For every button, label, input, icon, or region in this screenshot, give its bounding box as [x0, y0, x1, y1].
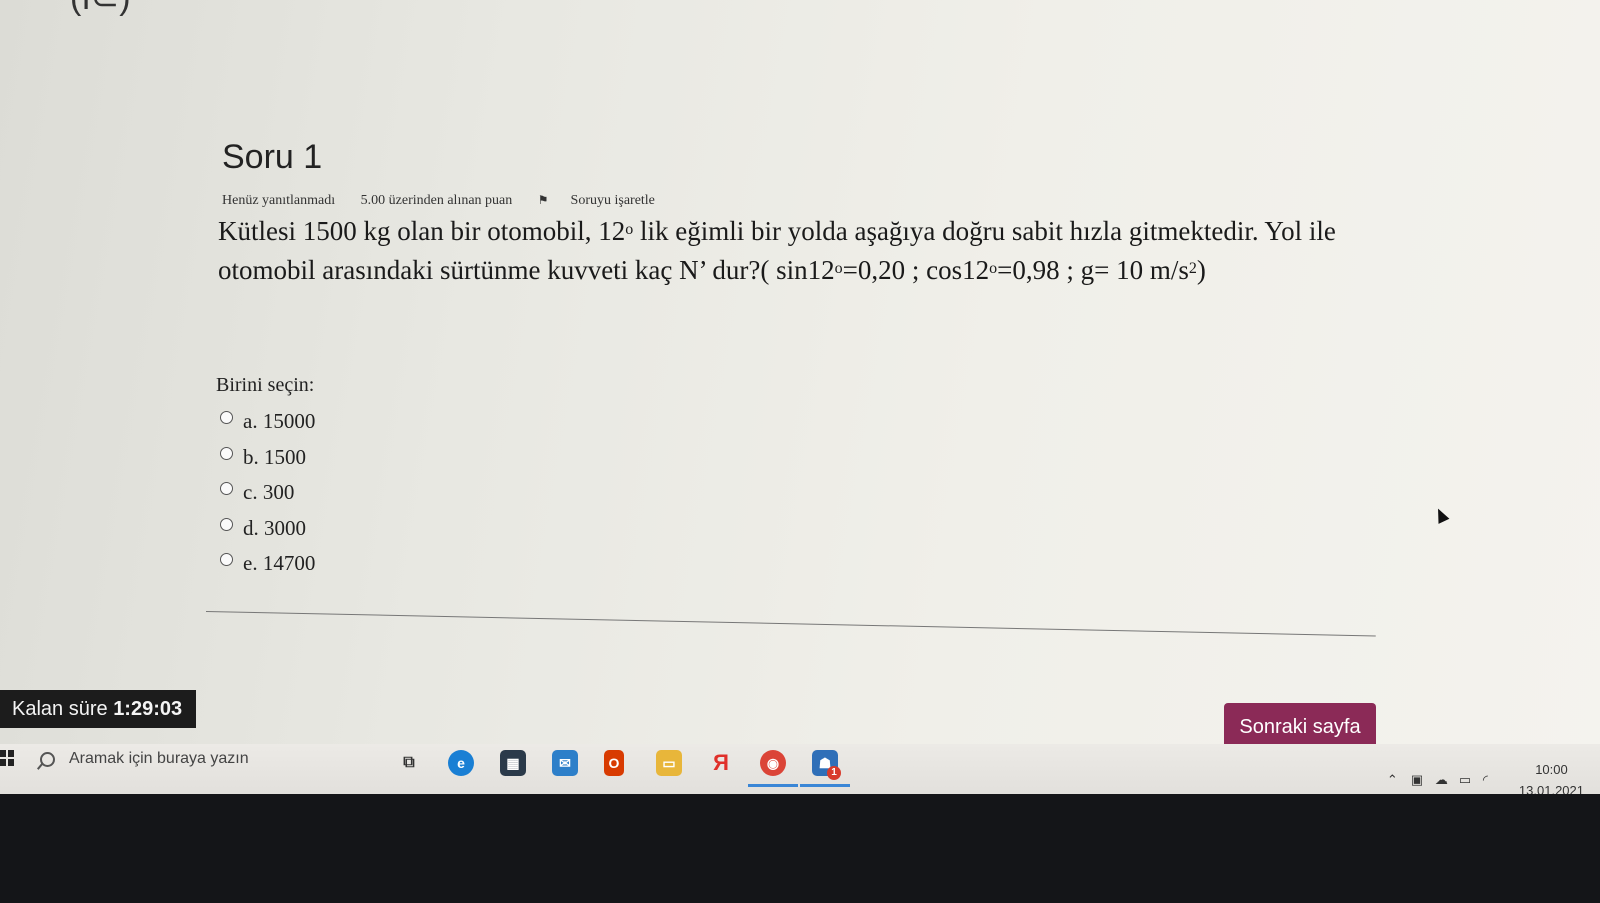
- chrome-icon[interactable]: ◉: [760, 750, 786, 776]
- section-divider: [205, 611, 1376, 637]
- mail-icon[interactable]: ✉: [552, 750, 578, 776]
- store-icon[interactable]: ▦: [500, 750, 526, 776]
- answer-option-label: b. 1500: [243, 444, 306, 469]
- battery-icon[interactable]: ▭: [1459, 773, 1473, 786]
- degree-symbol: o: [989, 260, 998, 277]
- question-info: Henüz yanıtlanmadı 5.00 üzerinden alınan…: [222, 193, 699, 209]
- quiz-page: Soru 1 Henüz yanıtlanmadı 5.00 üzerinden…: [0, 0, 1600, 780]
- taskbar-search-box[interactable]: Aramak için buraya yazın: [40, 744, 380, 774]
- flag-question-label: Soruyu işaretle: [570, 193, 655, 208]
- windows-taskbar: Aramak için buraya yazın ⧉ e ▦ ✉ O ▭ Я ◉…: [0, 744, 1600, 798]
- notification-badge: 1: [827, 766, 841, 780]
- question-points: 5.00 üzerinden alınan puan: [360, 193, 513, 208]
- radio-button[interactable]: [220, 482, 233, 496]
- yandex-icon[interactable]: Я: [708, 750, 734, 776]
- answer-option-label: a. 15000: [243, 409, 316, 434]
- app-notification-icon[interactable]: ☗ 1: [812, 750, 841, 780]
- timer-label: Kalan süre: [12, 698, 108, 720]
- chevron-up-icon[interactable]: ⌃: [1387, 773, 1401, 786]
- answer-option-label: e. 14700: [243, 551, 316, 576]
- running-indicator: [800, 784, 850, 787]
- timer-value: 1:29:03: [113, 698, 183, 720]
- meet-now-icon[interactable]: ▣: [1411, 773, 1425, 786]
- question-text-part: =0,98 ; g= 10 m/s: [997, 255, 1189, 285]
- mouse-cursor-icon: [1432, 506, 1450, 524]
- answer-option-b[interactable]: b. 1500: [220, 440, 315, 476]
- answer-options: a. 15000 b. 1500 c. 300 d. 3000 e. 14700: [220, 404, 315, 582]
- answer-option-e[interactable]: e. 14700: [220, 546, 315, 582]
- question-status: Henüz yanıtlanmadı: [222, 193, 336, 208]
- radio-button[interactable]: [220, 553, 233, 567]
- question-text-part: Kütlesi 1500 kg olan bir otomobil, 12: [218, 216, 626, 246]
- question-text-part: ): [1196, 255, 1206, 285]
- degree-symbol: o: [625, 221, 634, 238]
- radio-button[interactable]: [220, 446, 233, 460]
- radio-button[interactable]: [220, 411, 233, 425]
- square-exponent: 2: [1188, 260, 1197, 277]
- task-view-icon[interactable]: ⧉: [396, 750, 422, 776]
- remaining-time: Kalan süre 1:29:03: [0, 690, 197, 728]
- edge-icon[interactable]: e: [448, 750, 474, 776]
- question-text-part: =0,20 ; cos12: [842, 255, 990, 285]
- answer-option-label: d. 3000: [243, 515, 306, 540]
- clock-time: 10:00: [1535, 762, 1568, 777]
- office-icon[interactable]: O: [604, 750, 624, 776]
- flag-question-link[interactable]: ⚑ Soruyu işaretle: [538, 193, 677, 208]
- question-title: Soru 1: [222, 138, 323, 176]
- monitor-bezel: [0, 794, 1600, 903]
- running-indicator: [748, 784, 798, 787]
- wifi-icon[interactable]: ◜: [1483, 773, 1497, 786]
- answer-option-a[interactable]: a. 15000: [220, 404, 315, 440]
- radio-button[interactable]: [220, 517, 233, 531]
- onedrive-icon[interactable]: ☁: [1435, 773, 1449, 786]
- choose-one-label: Birini seçin:: [216, 374, 315, 396]
- answer-option-d[interactable]: d. 3000: [220, 511, 315, 547]
- search-icon: [40, 751, 55, 767]
- degree-symbol: o: [834, 260, 843, 277]
- search-placeholder: Aramak için buraya yazın: [69, 750, 249, 767]
- windows-start-icon[interactable]: [0, 750, 14, 766]
- flag-icon: ⚑: [537, 193, 549, 207]
- answer-option-c[interactable]: c. 300: [220, 475, 315, 511]
- file-explorer-icon[interactable]: ▭: [656, 750, 682, 776]
- question-text: Kütlesi 1500 kg olan bir otomobil, 12o l…: [218, 212, 1388, 290]
- answer-option-label: c. 300: [243, 480, 295, 505]
